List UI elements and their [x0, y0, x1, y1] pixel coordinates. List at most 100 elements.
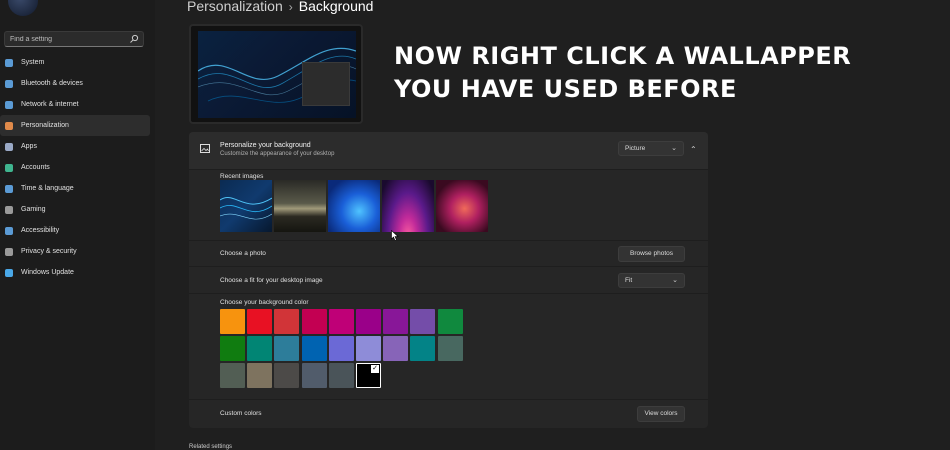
color-swatch[interactable] [247, 309, 273, 334]
color-swatch[interactable] [437, 336, 463, 362]
background-color-label: Choose your background color [220, 299, 309, 306]
checkmark-icon: ✓ [371, 365, 379, 374]
color-swatch[interactable]: ✓ [356, 363, 381, 389]
person-icon [5, 163, 13, 172]
search-input[interactable] [10, 33, 128, 45]
background-type-value: Picture [625, 145, 646, 152]
sidebar-item-label: Apps [21, 143, 37, 150]
personalize-background-header[interactable]: Personalize your background Customize th… [189, 132, 708, 170]
sidebar-item-label: Bluetooth & devices [21, 80, 83, 87]
color-swatch[interactable] [328, 309, 354, 334]
wifi-icon [5, 100, 13, 109]
sidebar-item-label: Time & language [21, 185, 74, 192]
caption-line-1: NOW RIGHT CLICK A WALLAPPER [394, 42, 852, 70]
color-swatch[interactable] [410, 336, 436, 362]
color-swatch[interactable] [383, 336, 409, 362]
update-icon [5, 268, 13, 277]
instruction-caption: NOW RIGHT CLICK A WALLAPPER YOU HAVE USE… [394, 40, 851, 106]
view-colors-button[interactable]: View colors [637, 406, 685, 422]
sidebar-item-network-internet[interactable]: Network & internet [0, 94, 150, 115]
color-swatch[interactable] [437, 309, 463, 334]
color-swatch[interactable] [247, 336, 273, 362]
fit-dropdown[interactable]: Fit ⌄ [618, 273, 685, 288]
color-swatch[interactable] [247, 363, 273, 389]
apps-icon [5, 142, 13, 151]
sidebar-item-label: Accounts [21, 164, 50, 171]
color-swatch[interactable] [383, 309, 409, 334]
preview-window [302, 62, 350, 106]
color-swatch[interactable] [356, 309, 381, 334]
recent-image-3[interactable] [328, 180, 380, 232]
color-swatch[interactable] [220, 309, 245, 334]
desktop-preview [189, 24, 363, 124]
divider [189, 266, 708, 267]
background-type-dropdown[interactable]: Picture ⌄ [618, 141, 684, 156]
color-swatch[interactable] [220, 336, 245, 362]
color-swatch[interactable] [328, 363, 354, 389]
related-settings-heading: Related settings [189, 444, 233, 450]
breadcrumb-parent[interactable]: Personalization [187, 0, 283, 14]
personalize-subtitle: Customize the appearance of your desktop [220, 151, 335, 157]
sidebar-nav: System Bluetooth & devices Network & inter… [0, 52, 155, 283]
caption-line-2: YOU HAVE USED BEFORE [394, 75, 737, 103]
color-swatch[interactable] [301, 336, 327, 362]
color-swatch[interactable] [274, 309, 300, 334]
avatar[interactable] [8, 0, 38, 16]
color-swatch[interactable] [301, 309, 327, 334]
bluetooth-icon [5, 79, 13, 88]
recent-images-label: Recent images [220, 173, 264, 180]
page-title: Personalization › Background [187, 0, 373, 14]
sidebar-item-label: Network & internet [21, 101, 79, 108]
fit-value: Fit [625, 277, 633, 284]
divider [189, 240, 708, 241]
recent-image-5[interactable] [436, 180, 488, 232]
sidebar-item-windows-update[interactable]: Windows Update [0, 262, 150, 283]
choose-photo-label: Choose a photo [220, 250, 266, 257]
divider [189, 399, 708, 400]
wave-art [219, 197, 273, 220]
gamepad-icon [5, 205, 13, 214]
custom-colors-label: Custom colors [220, 410, 262, 417]
sidebar-item-label: Personalization [21, 122, 69, 129]
sidebar-item-time-language[interactable]: Time & language [0, 178, 150, 199]
sidebar-item-label: Gaming [21, 206, 46, 213]
recent-image-1[interactable] [219, 180, 273, 232]
sidebar-item-label: Windows Update [21, 269, 74, 276]
color-swatch[interactable] [274, 363, 300, 389]
picture-icon [200, 144, 210, 153]
color-swatch[interactable] [328, 336, 354, 362]
color-swatch[interactable] [356, 336, 381, 362]
search-icon[interactable] [129, 34, 139, 44]
sidebar-item-bluetooth-devices[interactable]: Bluetooth & devices [0, 73, 150, 94]
accessibility-icon [5, 226, 13, 235]
fit-label: Choose a fit for your desktop image [220, 277, 323, 284]
sidebar-item-apps[interactable]: Apps [0, 136, 150, 157]
color-swatch[interactable] [220, 363, 245, 389]
divider [189, 293, 708, 294]
sidebar-item-personalization[interactable]: Personalization [0, 115, 150, 136]
browse-photos-button[interactable]: Browse photos [618, 246, 685, 262]
sidebar-item-privacy-security[interactable]: Privacy & security [0, 241, 150, 262]
recent-image-4[interactable] [382, 180, 434, 232]
breadcrumb-chevron-icon: › [288, 0, 293, 14]
sidebar-item-accounts[interactable]: Accounts [0, 157, 150, 178]
monitor-icon [5, 58, 13, 67]
sidebar-item-accessibility[interactable]: Accessibility [0, 220, 150, 241]
color-swatch[interactable] [410, 309, 436, 334]
brush-icon [5, 121, 13, 130]
search-box[interactable] [4, 31, 144, 47]
sidebar: System Bluetooth & devices Network & inter… [0, 0, 155, 450]
sidebar-item-gaming[interactable]: Gaming [0, 199, 150, 220]
color-swatch[interactable] [274, 336, 300, 362]
recent-image-2[interactable] [274, 180, 326, 232]
color-swatch[interactable] [301, 363, 327, 389]
chevron-down-icon: ⌄ [672, 277, 678, 284]
sidebar-item-system[interactable]: System [0, 52, 150, 73]
sidebar-item-label: Accessibility [21, 227, 60, 234]
globe-clock-icon [5, 184, 13, 193]
breadcrumb-current: Background [298, 0, 374, 14]
personalize-title: Personalize your background [220, 142, 311, 149]
shield-icon [5, 247, 13, 256]
sidebar-item-label: Privacy & security [21, 248, 77, 255]
chevron-up-icon[interactable]: ⌃ [690, 145, 697, 154]
